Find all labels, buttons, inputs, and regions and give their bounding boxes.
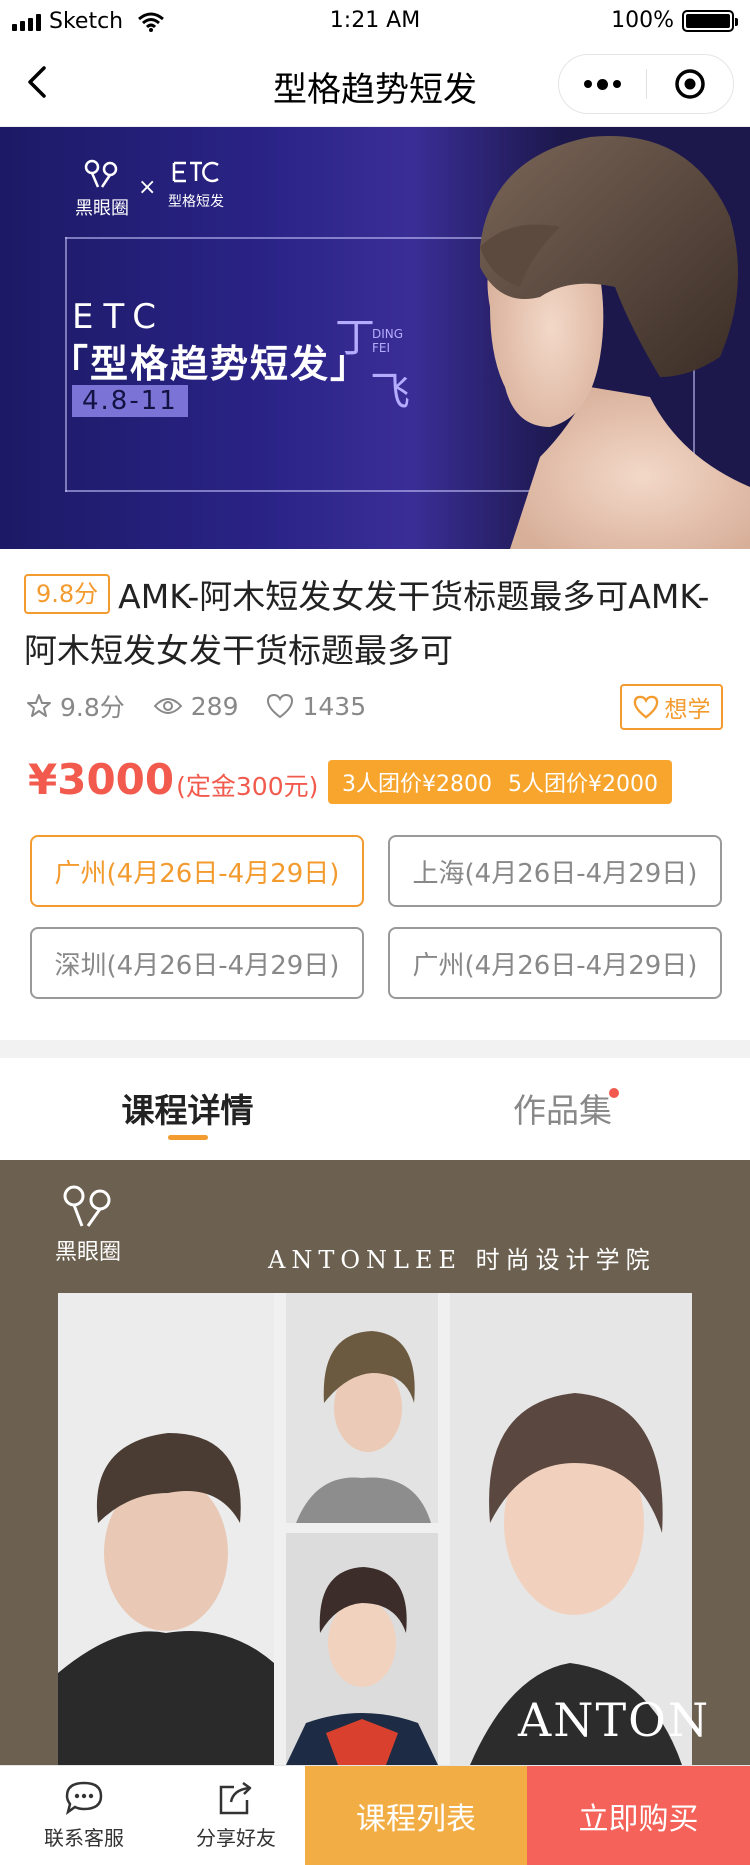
etc-logo-icon — [172, 161, 219, 183]
banner-name-2: 飞 — [370, 369, 410, 415]
heart-icon — [267, 693, 294, 719]
scissors-logo-icon — [84, 159, 118, 188]
tab-course-detail-label: 课程详情 — [121, 1091, 254, 1130]
group-price-badge: 3人团价¥2800 5人团价¥2000 — [328, 760, 672, 804]
heart-outline-icon — [633, 695, 658, 719]
poster-logo-text: 黑眼圈 — [55, 1240, 122, 1265]
session-option[interactable]: 广州(4月26日-4月29日) — [388, 927, 722, 999]
model-photo-bottom — [286, 1533, 438, 1765]
poster-logo: 黑眼圈 — [55, 1182, 121, 1266]
session-option[interactable]: 深圳(4月26日-4月29日) — [30, 927, 364, 999]
views-stat: 289 — [153, 691, 239, 721]
share-label: 分享好友 — [196, 1826, 276, 1850]
chat-bubble-icon — [65, 1781, 103, 1815]
tab-portfolio[interactable]: 作品集 — [375, 1058, 750, 1158]
target-circle-icon — [675, 69, 705, 99]
group-price-3: 3人团价¥2800 — [342, 772, 492, 797]
want-to-learn-button[interactable]: 想学 — [620, 684, 723, 730]
price-amount: ¥3000 — [28, 755, 175, 804]
session-option[interactable]: 上海(4月26日-4月29日) — [388, 835, 722, 907]
eye-icon — [153, 698, 183, 714]
scissors-logo-icon — [63, 1185, 111, 1227]
banner-cross: × — [138, 175, 157, 200]
model-photo-top — [286, 1293, 438, 1523]
course-list-button[interactable]: 课程列表 — [305, 1766, 527, 1865]
banner-date: 4.8-11 — [72, 385, 188, 417]
contact-service-label: 联系客服 — [44, 1826, 124, 1850]
likes-value: 1435 — [302, 691, 367, 721]
share-button[interactable]: 分享好友 — [168, 1766, 304, 1865]
status-bar: Sketch 1:21 AM 100% — [0, 0, 750, 40]
new-dot-badge — [609, 1088, 619, 1098]
want-to-learn-label: 想学 — [664, 697, 711, 723]
star-icon — [27, 694, 51, 717]
detail-tabs: 课程详情 作品集 — [0, 1058, 750, 1158]
course-title: AMK-阿木短发女发干货标题最多可AMK-阿木短发女发干货标题最多可 — [24, 577, 710, 670]
views-value: 289 — [190, 691, 239, 721]
battery-percent: 100% — [611, 8, 674, 33]
poster-photo-grid: ANTON — [58, 1293, 708, 1765]
banner-logo-heiyanquan: 黑眼圈 — [75, 157, 129, 220]
battery-fill — [686, 13, 730, 28]
more-button[interactable] — [559, 55, 646, 113]
model-photo-left — [58, 1293, 274, 1765]
price-deposit: (定金300元) — [176, 771, 319, 801]
poster-header: ANTONLEE 时尚设计学院 — [268, 1246, 656, 1274]
close-miniprogram-button[interactable] — [647, 55, 734, 113]
score-badge: 9.8分 — [24, 574, 111, 614]
rating-value: 9.8分 — [60, 693, 125, 722]
banner-etc-text: ETC — [72, 297, 166, 337]
poster-watermark: ANTON — [518, 1693, 711, 1747]
status-right: 100% — [611, 8, 738, 33]
contact-service-button[interactable]: 联系客服 — [0, 1766, 168, 1865]
tab-portfolio-label: 作品集 — [513, 1091, 612, 1130]
course-detail-poster: 黑眼圈 ANTONLEE 时尚设计学院 ANTON — [0, 1160, 750, 1765]
banner-headline: 「型格趋势短发」 — [50, 342, 371, 386]
tab-course-detail[interactable]: 课程详情 — [0, 1058, 375, 1158]
banner-logo-etc: 型格短发 — [168, 157, 224, 211]
section-divider — [0, 1040, 750, 1058]
banner-model-photo — [480, 136, 750, 549]
share-icon — [219, 1781, 252, 1815]
banner-name-1: 丁 — [335, 315, 375, 361]
likes-stat: 1435 — [266, 692, 366, 721]
nav-bar: 型格趋势短发 — [0, 40, 750, 127]
session-option[interactable]: 广州(4月26日-4月29日) — [30, 835, 364, 907]
buy-now-button[interactable]: 立即购买 — [527, 1766, 750, 1865]
session-options: 广州(4月26日-4月29日) 上海(4月26日-4月29日) 深圳(4月26日… — [30, 835, 722, 999]
bottom-action-bar: 联系客服 分享好友 课程列表 立即购买 — [0, 1765, 750, 1865]
price-row: ¥3000 (定金300元) — [28, 755, 318, 804]
course-title-block: 9.8分 AMK-阿木短发女发干货标题最多可AMK-阿木短发女发干货标题最多可 — [24, 570, 724, 678]
course-stats: 9.8分 289 1435 — [26, 688, 394, 724]
rating-stat: 9.8分 — [26, 688, 125, 724]
battery-icon — [682, 9, 738, 32]
banner-logo-b-text: 型格短发 — [168, 194, 224, 210]
tab-active-indicator — [168, 1135, 208, 1140]
banner-logo-a-text: 黑眼圈 — [75, 198, 129, 219]
group-price-5: 5人团价¥2000 — [507, 772, 658, 797]
capsule-menu — [558, 54, 734, 114]
course-banner[interactable]: 黑眼圈 × 型格短发 ETC 「型格趋势短发」 4.8-11 丁 DING FE… — [0, 127, 750, 549]
banner-name-en: DING FEI — [372, 327, 404, 355]
